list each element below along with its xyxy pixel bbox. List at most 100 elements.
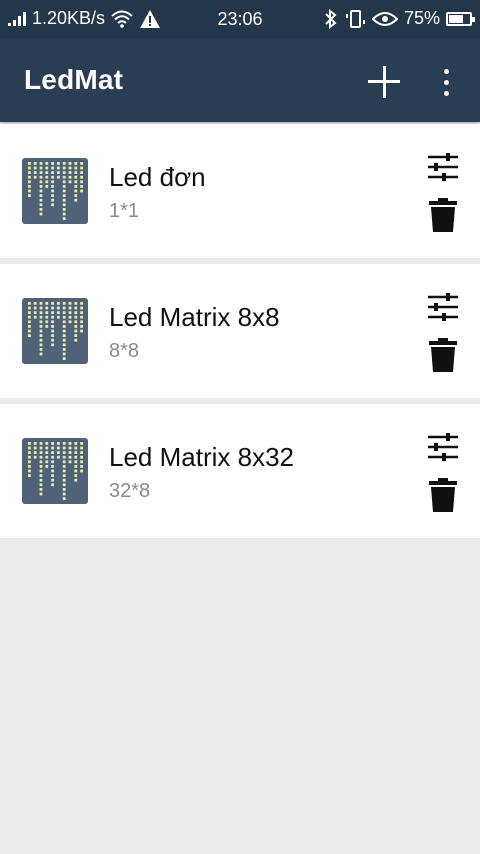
led-dot	[62, 217, 66, 220]
led-dot	[33, 171, 37, 174]
led-dot	[39, 185, 43, 188]
led-dot	[62, 460, 66, 464]
led-dot	[62, 180, 66, 184]
led-dot	[80, 446, 83, 450]
led-dot	[39, 492, 43, 496]
led-dot	[51, 320, 54, 324]
led-dot	[62, 311, 66, 314]
led-dot	[62, 162, 66, 165]
led-dot	[28, 311, 31, 314]
led-dot	[28, 469, 31, 473]
led-dot	[51, 198, 54, 202]
led-dot	[51, 442, 54, 445]
led-dot	[62, 171, 66, 174]
device-card[interactable]: Led Matrix 8x32 32*8	[0, 404, 480, 538]
led-dot	[68, 166, 72, 170]
led-dot	[45, 166, 49, 170]
led-dot	[74, 455, 78, 459]
led-dot	[51, 189, 54, 193]
more-vert-icon[interactable]	[434, 60, 458, 104]
led-dot	[80, 171, 83, 174]
led-dot	[28, 185, 31, 188]
led-dot	[39, 469, 43, 473]
led-dot	[39, 442, 43, 445]
led-dot	[28, 171, 31, 174]
led-dot	[57, 315, 60, 319]
led-dot	[45, 451, 49, 454]
led-dot	[62, 352, 66, 356]
led-dot	[62, 212, 66, 216]
add-icon[interactable]	[362, 60, 406, 104]
led-dot	[80, 175, 83, 179]
device-size: 1*1	[109, 200, 140, 222]
led-dot	[74, 302, 78, 305]
led-dot	[39, 483, 43, 487]
led-dot	[39, 162, 43, 165]
tune-icon[interactable]	[426, 292, 460, 322]
led-dot	[39, 212, 43, 216]
led-dot	[68, 442, 72, 445]
delete-icon[interactable]	[428, 478, 458, 512]
led-dot	[51, 474, 54, 477]
status-bar: 1.20KB/s 23:06 75%	[0, 0, 480, 38]
led-dot	[39, 343, 43, 347]
led-dot	[39, 455, 43, 459]
device-name: Led đơn	[109, 162, 206, 192]
tune-icon[interactable]	[426, 432, 460, 462]
led-dot	[80, 162, 83, 165]
led-dot	[74, 469, 78, 473]
led-dot	[39, 203, 43, 207]
led-dot	[68, 175, 72, 179]
led-dot	[33, 311, 37, 314]
device-size: 32*8	[109, 480, 151, 502]
led-matrix-thumbnail	[22, 298, 88, 364]
led-dot	[28, 329, 31, 333]
led-dot	[62, 474, 66, 477]
led-dot	[51, 446, 54, 450]
led-dot	[74, 185, 78, 188]
led-dot	[68, 306, 72, 310]
led-dot	[62, 497, 66, 500]
led-dot	[62, 208, 66, 211]
led-dot	[62, 478, 66, 482]
led-dot	[80, 306, 83, 310]
led-dot	[28, 325, 31, 328]
led-dot	[62, 357, 66, 360]
delete-icon[interactable]	[428, 338, 458, 372]
led-dot	[80, 311, 83, 314]
led-dot	[51, 175, 54, 179]
led-dot	[33, 315, 37, 319]
led-dot	[39, 198, 43, 202]
battery-icon	[446, 11, 475, 26]
device-card[interactable]: Led Matrix 8x8 8*8	[0, 264, 480, 398]
led-dot	[51, 171, 54, 174]
led-dot	[74, 474, 78, 477]
led-dot	[57, 302, 60, 305]
led-dot	[51, 315, 54, 319]
delete-icon[interactable]	[428, 198, 458, 232]
led-matrix-thumbnail	[22, 158, 88, 224]
led-dot	[68, 315, 72, 319]
led-dot	[51, 306, 54, 310]
led-dot	[68, 460, 72, 464]
led-dot	[39, 189, 43, 193]
led-dot	[62, 483, 66, 487]
led-dot	[62, 348, 66, 351]
led-dot	[68, 446, 72, 450]
led-dot	[33, 166, 37, 170]
led-dot	[62, 175, 66, 179]
led-dot	[74, 194, 78, 197]
led-dot	[45, 175, 49, 179]
led-dot	[57, 171, 60, 174]
led-dot	[62, 451, 66, 454]
tune-icon[interactable]	[426, 152, 460, 182]
led-dot	[28, 460, 31, 464]
led-dot	[62, 302, 66, 305]
device-card[interactable]: Led đơn 1*1	[0, 124, 480, 258]
led-dot	[51, 203, 54, 207]
battery-fill	[449, 14, 463, 23]
led-dot	[28, 189, 31, 193]
led-dot	[45, 460, 49, 464]
led-dot	[57, 451, 60, 454]
led-dot	[68, 162, 72, 165]
